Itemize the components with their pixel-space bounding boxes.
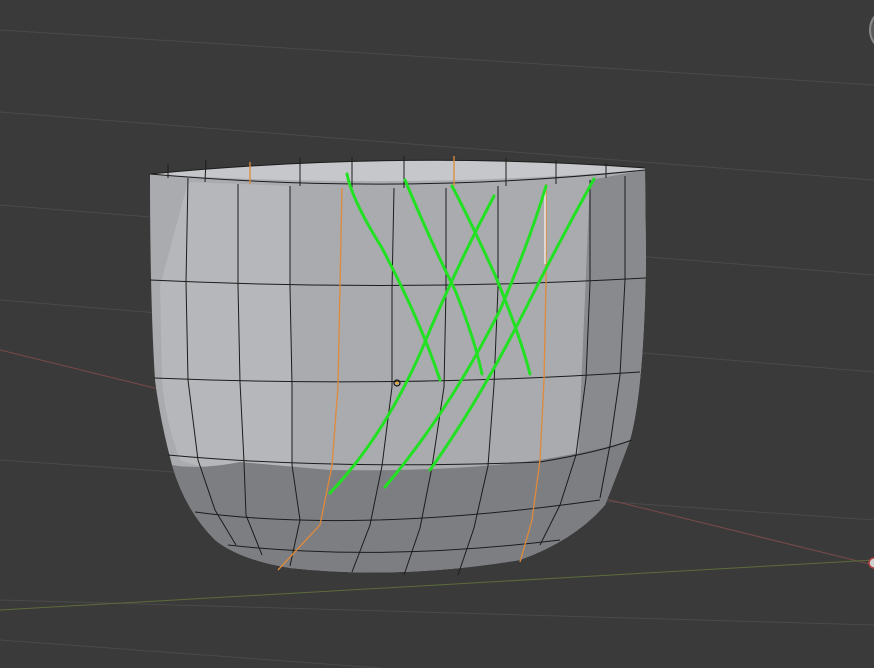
light-icon[interactable]: [868, 557, 874, 569]
cup-highlight: [160, 182, 292, 470]
3d-viewport[interactable]: [0, 0, 874, 668]
